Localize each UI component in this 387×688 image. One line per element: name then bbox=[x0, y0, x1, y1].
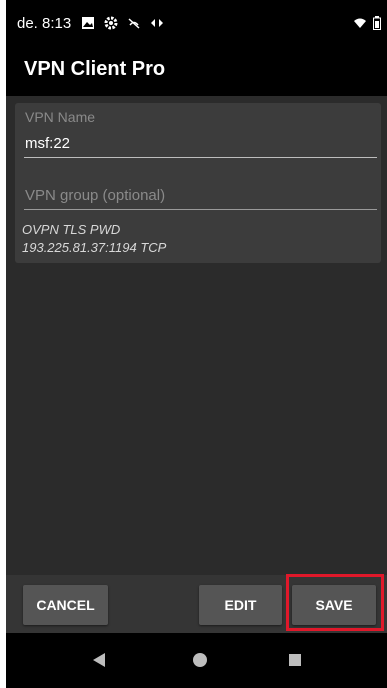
status-bar: de. 8:13 bbox=[6, 0, 387, 46]
vpn-group-input[interactable]: VPN group (optional) bbox=[24, 183, 377, 210]
recents-icon[interactable] bbox=[289, 654, 301, 666]
image-icon bbox=[81, 16, 95, 30]
status-time: de. 8:13 bbox=[17, 14, 72, 32]
home-icon[interactable] bbox=[193, 653, 207, 667]
edit-button[interactable]: EDIT bbox=[199, 585, 282, 625]
signal-off-icon bbox=[127, 16, 141, 30]
app-bar: VPN Client Pro bbox=[6, 46, 387, 96]
app-title: VPN Client Pro bbox=[24, 58, 166, 80]
save-highlight-box bbox=[286, 574, 384, 631]
vpn-name-input[interactable]: msf:22 bbox=[24, 131, 377, 158]
network-icon bbox=[150, 16, 164, 30]
cancel-button[interactable]: CANCEL bbox=[23, 585, 108, 625]
status-right-icons bbox=[353, 16, 381, 30]
vpn-profile-card: VPN Name msf:22 VPN group (optional) OVP… bbox=[15, 103, 381, 263]
status-icons bbox=[81, 16, 164, 30]
app-screen: de. 8:13 VPN Client Pro VPN Name msf:22 … bbox=[6, 0, 387, 688]
navigation-bar bbox=[6, 633, 387, 688]
battery-icon bbox=[373, 16, 381, 30]
vpn-connection-info: OVPN TLS PWD 193.225.81.37:1194 TCP bbox=[22, 221, 166, 257]
wifi-icon bbox=[353, 16, 367, 30]
gear-icon bbox=[104, 16, 118, 30]
vpn-name-label: VPN Name bbox=[25, 109, 96, 125]
vpn-server-text: 193.225.81.37:1194 TCP bbox=[22, 240, 167, 255]
back-icon[interactable] bbox=[92, 652, 106, 673]
vpn-protocol-text: OVPN TLS PWD bbox=[22, 222, 121, 237]
